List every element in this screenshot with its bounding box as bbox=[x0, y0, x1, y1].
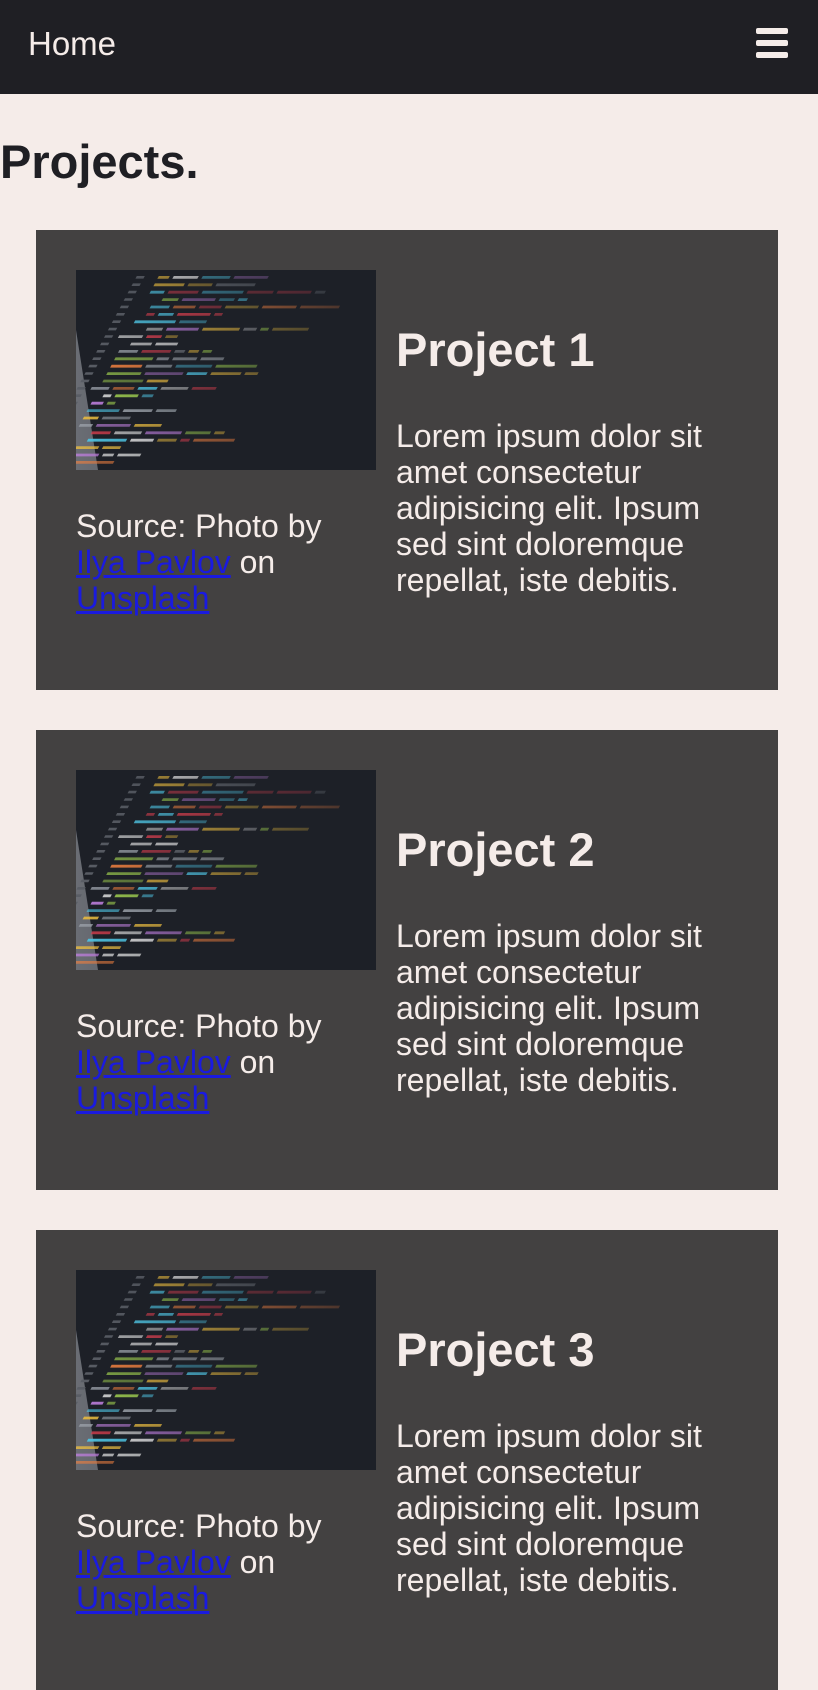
credit-on: on bbox=[239, 1044, 276, 1080]
photo-credit: Source: Photo by Ilya Pavlov on Unsplash bbox=[76, 1508, 376, 1616]
project-title: Project 2 bbox=[396, 823, 595, 876]
menu-bar bbox=[756, 52, 788, 58]
photographer-link[interactable]: Ilya Pavlov bbox=[76, 544, 231, 580]
page-title: Projects. bbox=[0, 135, 199, 188]
menu-bar bbox=[756, 40, 788, 46]
project-card-1: Source: Photo by Ilya Pavlov on Unsplash… bbox=[36, 230, 778, 690]
project-title: Project 1 bbox=[396, 323, 595, 376]
top-navbar: Home bbox=[0, 0, 818, 94]
project-image bbox=[76, 270, 376, 470]
project-description: Lorem ipsum dolor sit amet consectetur a… bbox=[396, 418, 702, 598]
photographer-link[interactable]: Ilya Pavlov bbox=[76, 1044, 231, 1080]
credit-on: on bbox=[239, 544, 276, 580]
credit-prefix: Source: Photo by bbox=[76, 1508, 322, 1544]
unsplash-link[interactable]: Unsplash bbox=[76, 1580, 209, 1616]
project-image bbox=[76, 770, 376, 970]
photo-credit: Source: Photo by Ilya Pavlov on Unsplash bbox=[76, 508, 376, 616]
unsplash-link[interactable]: Unsplash bbox=[76, 1080, 209, 1116]
project-image bbox=[76, 1270, 376, 1470]
project-description: Lorem ipsum dolor sit amet consectetur a… bbox=[396, 1418, 702, 1598]
credit-prefix: Source: Photo by bbox=[76, 1008, 322, 1044]
unsplash-link[interactable]: Unsplash bbox=[76, 580, 209, 616]
credit-prefix: Source: Photo by bbox=[76, 508, 322, 544]
project-card-2: Source: Photo by Ilya Pavlov on Unsplash… bbox=[36, 730, 778, 1190]
project-title: Project 3 bbox=[396, 1323, 595, 1376]
credit-on: on bbox=[239, 1544, 276, 1580]
menu-bar bbox=[756, 28, 788, 34]
home-link[interactable]: Home bbox=[28, 22, 116, 66]
project-description: Lorem ipsum dolor sit amet consectetur a… bbox=[396, 918, 702, 1098]
project-card-3: Source: Photo by Ilya Pavlov on Unsplash… bbox=[36, 1230, 778, 1690]
photographer-link[interactable]: Ilya Pavlov bbox=[76, 1544, 231, 1580]
photo-credit: Source: Photo by Ilya Pavlov on Unsplash bbox=[76, 1008, 376, 1116]
hamburger-menu-icon[interactable] bbox=[756, 28, 788, 58]
